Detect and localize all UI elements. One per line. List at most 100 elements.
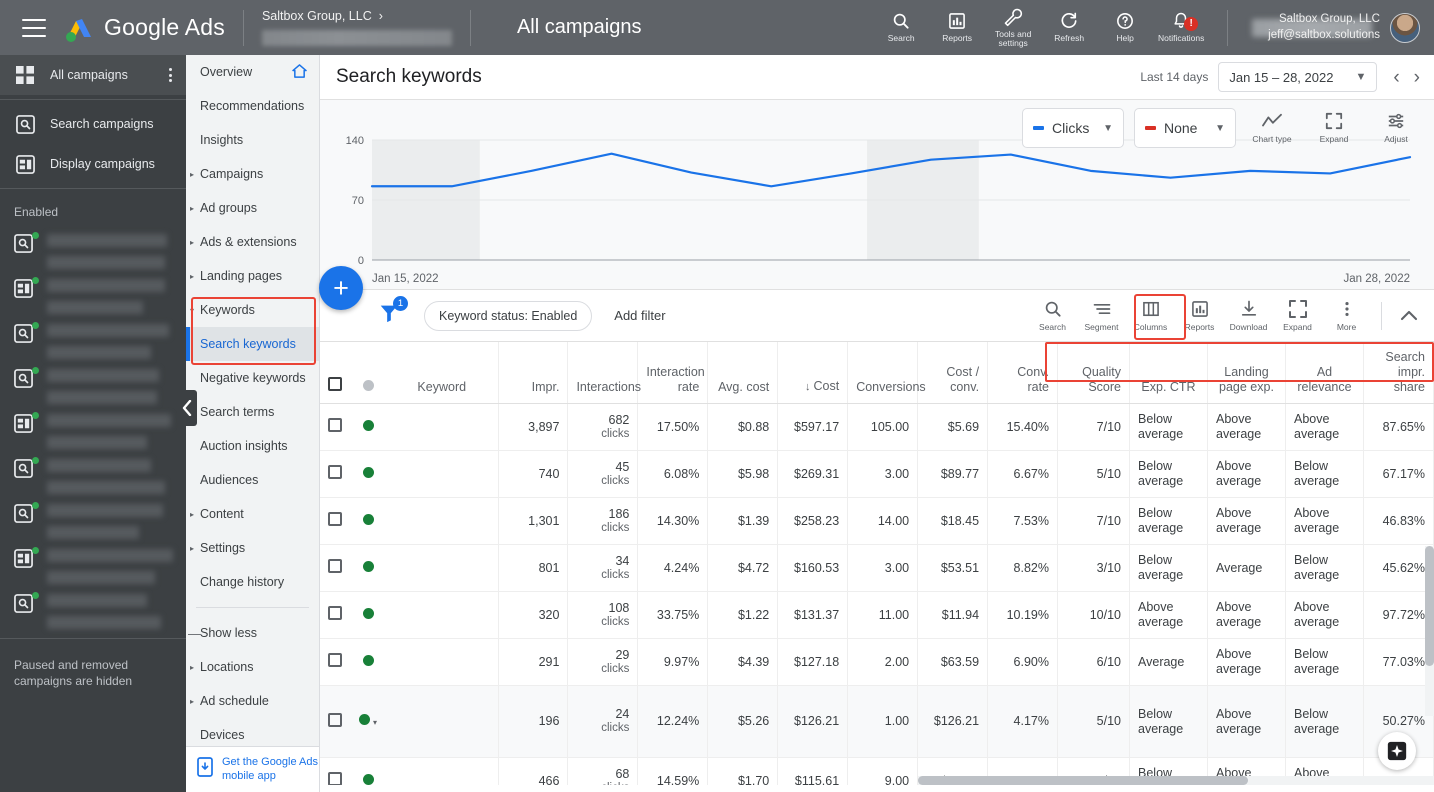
toolbar-columns-button[interactable]: Columns xyxy=(1126,299,1175,332)
top-action-notifications[interactable]: ! Notifications xyxy=(1153,11,1209,43)
row-checkbox[interactable] xyxy=(328,512,342,527)
table-row[interactable]: 291 29 clicks 9.97% $4.39 $127.18 2.00 $63.59 6.… xyxy=(320,638,1434,687)
column-header-status[interactable] xyxy=(350,342,386,405)
horizontal-scrollbar[interactable] xyxy=(918,776,1434,785)
table-row[interactable]: 320 108 clicks 33.75% $1.22 $131.37 11.00 $11.9… xyxy=(320,591,1434,640)
status-dot-enabled[interactable] xyxy=(362,773,374,785)
sidebar-item-ad-groups[interactable]: ▸ Ad groups xyxy=(186,191,319,225)
toolbar-search-button[interactable]: Search xyxy=(1028,299,1077,332)
top-action-help[interactable]: Help xyxy=(1097,11,1153,43)
column-header-ad-relevance[interactable]: Ad relevance xyxy=(1285,342,1364,405)
collapse-chart-button[interactable] xyxy=(1392,309,1426,323)
sidebar-campaign-item[interactable] xyxy=(0,495,186,540)
select-all-checkbox[interactable] xyxy=(328,376,342,391)
sidebar-campaign-item[interactable] xyxy=(0,225,186,270)
sidebar-item-ad-schedule[interactable]: ▸ Ad schedule xyxy=(186,684,319,718)
status-dot-enabled[interactable] xyxy=(362,466,374,478)
sidebar-item-search-keywords[interactable]: Search keywords xyxy=(186,327,319,361)
column-header-landing-page-exp[interactable]: Landing page exp. xyxy=(1207,342,1286,405)
sidebar-item-settings[interactable]: ▸ Settings xyxy=(186,531,319,565)
avatar[interactable] xyxy=(1390,12,1420,43)
row-checkbox[interactable] xyxy=(328,418,342,433)
sidebar-campaign-item[interactable] xyxy=(0,450,186,495)
toolbar-reports-button[interactable]: Reports xyxy=(1175,299,1224,332)
sidebar-item-negative-keywords[interactable]: Negative keywords xyxy=(186,361,319,395)
performance-chart[interactable]: 0 70 140 Jan 15, 2022 Jan 28, 2022 xyxy=(320,132,1434,289)
account-selector[interactable]: Saltbox Group, LLC › xyxy=(261,9,452,46)
sidebar-item-devices[interactable]: Devices xyxy=(186,718,319,746)
sidebar-item-audiences[interactable]: Audiences xyxy=(186,463,319,497)
add-filter-button[interactable]: Add filter xyxy=(614,308,665,323)
user-block[interactable]: Saltbox Group, LLC jeff@saltbox.solution… xyxy=(1252,12,1420,43)
sidebar-campaign-item[interactable] xyxy=(0,315,186,360)
mobile-app-promo[interactable]: Get the Google Ads mobile app xyxy=(186,746,319,792)
assistant-button[interactable] xyxy=(1378,732,1416,770)
sidebar-item-content[interactable]: ▸ Content xyxy=(186,497,319,531)
filter-chip-keyword-status[interactable]: Keyword status: Enabled xyxy=(424,300,593,331)
column-header-cost-conv[interactable]: Cost / conv. xyxy=(917,342,989,405)
column-header-interactions[interactable]: Interactions xyxy=(567,342,641,405)
menu-icon[interactable] xyxy=(22,18,46,37)
column-header-check[interactable] xyxy=(320,342,350,405)
status-dot-enabled[interactable] xyxy=(362,419,374,431)
sidebar-campaign-item[interactable] xyxy=(0,405,186,450)
chart-type-button[interactable]: Chart type xyxy=(1246,108,1298,144)
column-header-search-impr-share[interactable]: Search impr. share xyxy=(1363,342,1434,405)
filter-icon[interactable]: 1 xyxy=(378,296,408,329)
row-checkbox[interactable] xyxy=(328,772,342,785)
previous-period-button[interactable]: ‹ xyxy=(1393,68,1399,87)
column-header-conv-rate[interactable]: Conv. rate xyxy=(987,342,1058,405)
sidebar-item-campaigns[interactable]: ▸ Campaigns xyxy=(186,157,319,191)
collapse-sidebar-handle[interactable] xyxy=(177,390,197,426)
caret-down-icon[interactable]: ▾ xyxy=(373,718,377,727)
table-row[interactable]: 1,301 186 clicks 14.30% $1.39 $258.23 14.00 $18… xyxy=(320,497,1434,546)
row-checkbox[interactable] xyxy=(328,465,342,480)
column-header-interaction-rate[interactable]: Interaction rate xyxy=(637,342,709,405)
toolbar-download-button[interactable]: Download xyxy=(1224,299,1273,332)
toolbar-segment-button[interactable]: Segment xyxy=(1077,299,1126,332)
sidebar-item-all-campaigns[interactable]: All campaigns xyxy=(0,55,186,95)
column-header-cost[interactable]: ↓ Cost xyxy=(777,342,849,405)
sidebar-item-display-campaigns[interactable]: Display campaigns xyxy=(0,144,186,184)
column-header-keyword[interactable]: Keyword xyxy=(386,342,499,405)
sidebar-item-landing-pages[interactable]: ▸ Landing pages xyxy=(186,259,319,293)
sidebar-item-search-campaigns[interactable]: Search campaigns xyxy=(0,104,186,144)
status-dot-enabled[interactable] xyxy=(362,607,374,619)
toolbar-more-button[interactable]: More xyxy=(1322,299,1371,332)
column-header-impr[interactable]: Impr. xyxy=(498,342,569,405)
sidebar-campaign-item[interactable] xyxy=(0,540,186,585)
top-action-tools[interactable]: Tools and settings xyxy=(985,7,1041,49)
status-dot-enabled[interactable] xyxy=(362,560,374,572)
chart-adjust-button[interactable]: Adjust xyxy=(1370,108,1422,144)
sidebar-item-auction-insights[interactable]: Auction insights xyxy=(186,429,319,463)
column-header-avg-cost[interactable]: Avg. cost xyxy=(707,342,779,405)
sidebar-item-keywords[interactable]: ▾ Keywords xyxy=(186,293,319,327)
metric-selector-primary[interactable]: Clicks ▼ xyxy=(1022,108,1124,148)
top-action-search[interactable]: Search xyxy=(873,11,929,43)
table-row[interactable]: ▾ 196 24 clicks 12.24% $5.26 $126.21 1.00 $126.2… xyxy=(320,685,1434,759)
status-dot-enabled[interactable] xyxy=(362,654,374,666)
next-period-button[interactable]: › xyxy=(1414,68,1420,87)
sidebar-item-insights[interactable]: Insights xyxy=(186,123,319,157)
toolbar-expand-button[interactable]: Expand xyxy=(1273,299,1322,332)
sidebar-item-search-terms[interactable]: Search terms xyxy=(186,395,319,429)
status-dot-enabled[interactable] xyxy=(358,714,370,726)
add-keyword-button[interactable]: + xyxy=(319,266,363,310)
sidebar-campaign-item[interactable] xyxy=(0,585,186,630)
date-range-picker[interactable]: Jan 15 – 28, 2022 ▼ xyxy=(1218,62,1378,92)
sidebar-item-ads-extensions[interactable]: ▸ Ads & extensions xyxy=(186,225,319,259)
sidebar-item-locations[interactable]: ▸ Locations xyxy=(186,650,319,684)
sidebar-campaign-item[interactable] xyxy=(0,270,186,315)
row-checkbox[interactable] xyxy=(328,653,342,668)
column-header-exp-ctr[interactable]: Exp. CTR xyxy=(1129,342,1208,405)
column-header-quality-score[interactable]: Quality Score xyxy=(1057,342,1130,405)
sidebar-item-change-history[interactable]: Change history xyxy=(186,565,319,599)
column-header-conversions[interactable]: Conversions xyxy=(847,342,926,405)
table-row[interactable]: 740 45 clicks 6.08% $5.98 $269.31 3.00 $89.77 6.… xyxy=(320,450,1434,499)
row-checkbox[interactable] xyxy=(328,559,342,574)
status-dot-enabled[interactable] xyxy=(362,513,374,525)
top-action-reports[interactable]: Reports xyxy=(929,11,985,43)
more-vert-icon[interactable] xyxy=(169,68,172,82)
table-row[interactable]: 3,897 682 clicks 17.50% $0.88 $597.17 105.00 $5… xyxy=(320,403,1434,452)
sidebar-item-show-less[interactable]: — Show less xyxy=(186,616,319,650)
